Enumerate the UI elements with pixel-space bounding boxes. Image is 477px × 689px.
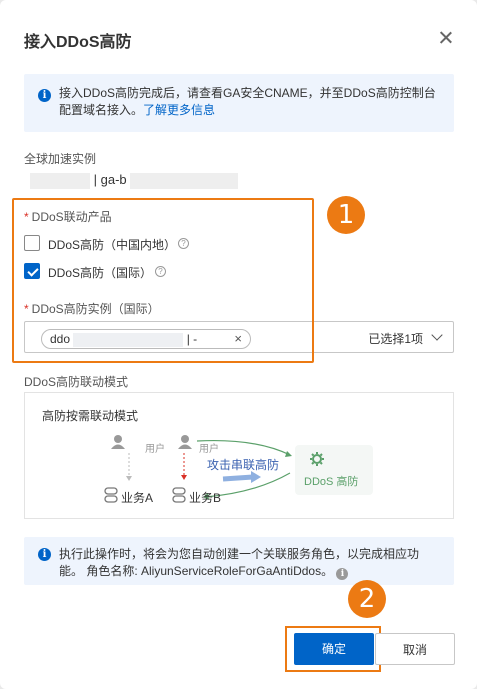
confirm-button[interactable]: 确定 xyxy=(294,633,374,665)
business-b-label: 业务B xyxy=(189,491,222,505)
user-label: 用户 xyxy=(145,444,165,455)
ddos-box: DDoS 高防 xyxy=(295,445,373,495)
top-notice: i 接入DDoS高防完成后，请查看GA安全CNAME，并至DDoS高防控制台配置… xyxy=(24,74,454,132)
mode-diagram: 高防按需联动模式 用户 用户 业务A 业务B 攻击串联高防 DDoS 高防 xyxy=(24,392,454,519)
info-icon: i xyxy=(38,89,51,102)
ddos-box-label: DDoS 高防 xyxy=(304,476,359,488)
step-badge-2: 2 xyxy=(348,580,386,618)
info-icon: i xyxy=(38,548,51,561)
bottom-notice: i 执行此操作时，将会为您自动创建一个关联服务角色，以完成相应功能。 角色名称:… xyxy=(24,537,454,585)
highlight-box xyxy=(12,198,314,363)
chevron-down-icon[interactable] xyxy=(431,329,443,341)
attack-label: 攻击串联高防 xyxy=(207,458,280,472)
dialog-title: 接入DDoS高防 xyxy=(24,34,132,51)
user-icon xyxy=(111,435,125,449)
user-icon xyxy=(178,435,192,449)
server-icon xyxy=(104,487,118,503)
gear-icon xyxy=(310,452,324,466)
top-notice-text: 接入DDoS高防完成后，请查看GA安全CNAME，并至DDoS高防控制台配置域名… xyxy=(59,85,442,119)
business-a-label: 业务A xyxy=(121,491,154,505)
learn-more-link[interactable]: 了解更多信息 xyxy=(143,103,215,117)
cancel-button[interactable]: 取消 xyxy=(375,633,455,665)
instance-value: | ga-b xyxy=(30,172,239,189)
instance-label: 全球加速实例 xyxy=(24,152,97,166)
masked-text xyxy=(130,172,239,189)
masked-text xyxy=(30,172,90,189)
dialog: 接入DDoS高防 i 接入DDoS高防完成后，请查看GA安全CNAME，并至DD… xyxy=(0,0,477,689)
step-badge-1: 1 xyxy=(327,196,365,234)
instance-id: | ga-b xyxy=(93,172,127,187)
bottom-notice-message: 执行此操作时，将会为您自动创建一个关联服务角色，以完成相应功能。 角色名称: A… xyxy=(59,547,420,578)
mode-label: DDoS高防联动模式 xyxy=(24,375,129,389)
server-icon xyxy=(172,487,186,503)
user-label: 用户 xyxy=(199,444,219,455)
top-notice-message: 接入DDoS高防完成后，请查看GA安全CNAME，并至DDoS高防控制台配置域名… xyxy=(59,86,436,117)
info-icon: i xyxy=(336,568,349,580)
bottom-notice-text: 执行此操作时，将会为您自动创建一个关联服务角色，以完成相应功能。 角色名称: A… xyxy=(59,546,442,580)
selected-count: 已选择1项 xyxy=(368,332,423,346)
close-icon[interactable] xyxy=(436,28,456,48)
